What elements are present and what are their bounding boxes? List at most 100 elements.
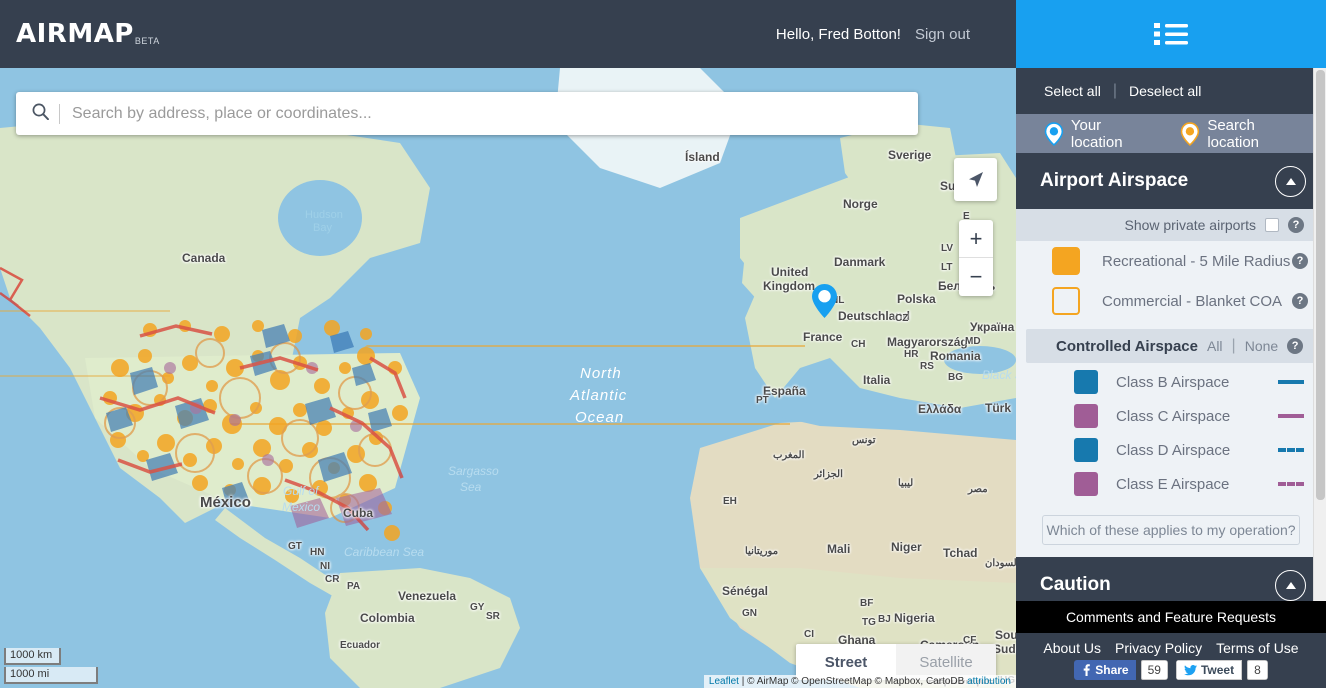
airport-airspace-header[interactable]: Airport Airspace — [1016, 153, 1326, 209]
facebook-share-count: 59 — [1140, 660, 1168, 680]
deselect-all-link[interactable]: Deselect all — [1129, 83, 1201, 99]
map-label: HN — [310, 547, 325, 558]
map-label: Україна — [970, 320, 1015, 334]
select-all-link[interactable]: Select all — [1044, 83, 1101, 99]
map-label: Colombia — [360, 611, 415, 625]
map-label: Canada — [182, 251, 226, 265]
search-input[interactable] — [72, 104, 918, 123]
help-icon-private-airports[interactable]: ? — [1288, 217, 1304, 233]
map-label: NI — [320, 561, 330, 572]
caution-collapse-button[interactable] — [1275, 569, 1306, 601]
controlled-airspace-row[interactable]: Class B Airspace — [1016, 365, 1326, 399]
caution-title: Caution — [1040, 574, 1111, 595]
scrollbar-thumb[interactable] — [1316, 70, 1325, 500]
airspace-color-swatch[interactable] — [1052, 287, 1080, 315]
airspace-legend-row[interactable]: Commercial - Blanket COA? — [1016, 281, 1326, 321]
zoom-in-button[interactable]: + — [959, 220, 993, 258]
airport-airspace-collapse-button[interactable] — [1275, 165, 1306, 197]
map-search-bar[interactable] — [16, 92, 918, 135]
caution-header[interactable]: Caution — [1016, 557, 1326, 601]
zoom-controls[interactable]: + − — [959, 220, 993, 296]
map-scale-control: 1000 km 1000 mi — [4, 646, 98, 684]
map-label: Türk — [985, 401, 1012, 415]
map-label: Black S — [982, 368, 1016, 382]
about-us-link[interactable]: About Us — [1043, 640, 1101, 656]
help-icon-airspace-item[interactable]: ? — [1292, 293, 1308, 309]
facebook-share-body[interactable]: Share — [1074, 660, 1136, 680]
class-color-swatch[interactable] — [1074, 370, 1098, 394]
attribution-link[interactable]: attribution — [967, 676, 1011, 687]
controlled-none-link[interactable]: None — [1245, 338, 1278, 354]
class-color-swatch[interactable] — [1074, 404, 1098, 428]
map-label: Magyarország — [887, 335, 968, 349]
location-pin-marker[interactable] — [812, 284, 837, 318]
class-label: Class E Airspace — [1116, 475, 1230, 493]
map-label: GT — [288, 541, 302, 552]
map-label: Cuba — [343, 506, 373, 520]
airmap-application: AIRMAP BETA Hello, Fred Botton! Sign out — [0, 0, 1326, 688]
class-line-style-key — [1278, 482, 1304, 486]
terms-of-use-link[interactable]: Terms of Use — [1216, 640, 1298, 656]
map-label: CZ — [895, 313, 909, 324]
logo-beta-tag: BETA — [134, 36, 160, 46]
help-icon-airspace-item[interactable]: ? — [1292, 253, 1308, 269]
orange-pin-icon — [1181, 121, 1200, 146]
map-label: United — [771, 265, 809, 279]
controlled-airspace-row[interactable]: Class D Airspace — [1016, 433, 1326, 467]
panel-scroll-region[interactable]: Select all | Deselect all Your location — [1016, 68, 1326, 601]
map-label: Atlantic — [570, 387, 628, 404]
show-private-airports-checkbox[interactable] — [1265, 218, 1279, 232]
airmap-logo[interactable]: AIRMAP BETA — [16, 19, 160, 49]
map-label: Sverige — [888, 148, 932, 162]
search-location-label: Search location — [1207, 116, 1260, 151]
which-applies-button[interactable]: Which of these applies to my operation? — [1042, 515, 1300, 545]
class-color-swatch[interactable] — [1074, 438, 1098, 462]
controlled-airspace-row[interactable]: Class E Airspace — [1016, 467, 1326, 501]
map-label: الجزائر — [814, 469, 843, 480]
map-label: Sudan — [993, 642, 1016, 656]
airspace-legend-row[interactable]: Recreational - 5 Mile Radius? — [1016, 241, 1326, 281]
panel-scrollbar[interactable] — [1313, 68, 1326, 601]
map-container[interactable]: Canada México Cuba Venezuela Colombia Ecuador… — [0, 68, 1016, 688]
your-location-option[interactable]: Your location — [1044, 117, 1156, 151]
scale-mi: 1000 mi — [4, 667, 98, 684]
controlled-all-link[interactable]: All — [1207, 338, 1223, 354]
twitter-tweet-button[interactable]: Tweet 8 — [1175, 660, 1268, 680]
search-location-option[interactable]: Search location — [1180, 117, 1310, 151]
map-label: HR — [904, 349, 919, 360]
map-label: موريتانيا — [745, 546, 779, 557]
leaflet-link[interactable]: Leaflet — [709, 676, 739, 687]
privacy-policy-link[interactable]: Privacy Policy — [1115, 640, 1202, 656]
locate-me-button[interactable] — [954, 158, 997, 201]
map-label: ليبيا — [898, 478, 914, 489]
map-label: BJ — [878, 614, 891, 625]
zoom-out-button[interactable]: − — [959, 258, 993, 296]
map-label: CH — [851, 339, 866, 350]
map-label: Hudson — [305, 209, 343, 221]
facebook-share-label: Share — [1095, 663, 1129, 677]
comments-feature-requests-button[interactable]: Comments and Feature Requests — [1016, 601, 1326, 633]
class-line-style-key — [1278, 414, 1304, 418]
map-label: North — [580, 365, 622, 382]
twitter-tweet-body[interactable]: Tweet — [1175, 660, 1243, 680]
sign-out-link[interactable]: Sign out — [915, 26, 970, 43]
search-icon — [32, 103, 49, 125]
help-icon-controlled-airspace[interactable]: ? — [1287, 338, 1304, 354]
map-label: Mali — [827, 542, 851, 556]
map-label: LV — [941, 243, 954, 254]
panel-toggle-header[interactable] — [1016, 0, 1326, 68]
map-label: South — [995, 628, 1016, 642]
logo-text: AIRMAP — [16, 19, 134, 49]
airspace-legend-label: Recreational - 5 Mile Radius — [1102, 252, 1291, 270]
controlled-airspace-classes: Class B Airspace Class C Airspace Class D … — [1016, 365, 1326, 501]
airspace-color-swatch[interactable] — [1052, 247, 1080, 275]
twitter-tweet-count: 8 — [1247, 660, 1268, 680]
facebook-share-button[interactable]: Share 59 — [1074, 660, 1168, 680]
layers-side-panel: Select all | Deselect all Your location — [1016, 0, 1326, 688]
class-color-swatch[interactable] — [1074, 472, 1098, 496]
controlled-separator: | — [1231, 337, 1236, 354]
social-share-row: Share 59 Tweet 8 — [1016, 660, 1326, 688]
controlled-airspace-row[interactable]: Class C Airspace — [1016, 399, 1326, 433]
class-line-style-key — [1278, 380, 1304, 384]
class-label: Class D Airspace — [1116, 441, 1231, 459]
